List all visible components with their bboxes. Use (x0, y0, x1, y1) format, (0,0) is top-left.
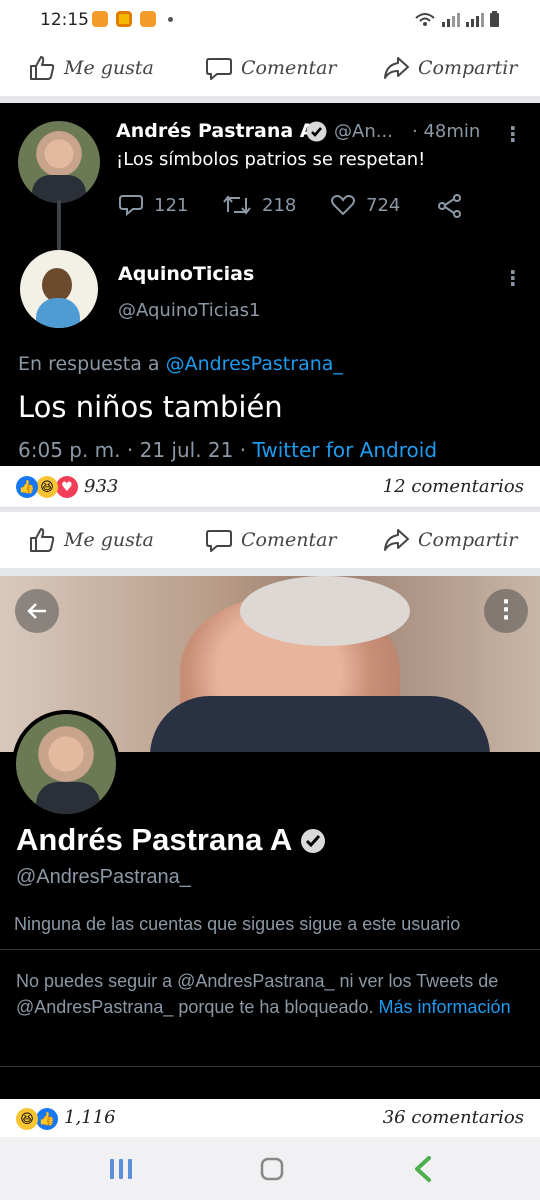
reply-stat[interactable]: 121 (118, 192, 188, 218)
verified-icon (301, 829, 325, 853)
like-label: Me gusta (64, 57, 154, 79)
comments-count[interactable]: 12 comentarios (383, 476, 524, 497)
in-reply-handle[interactable]: @AndresPastrana_ (166, 353, 343, 375)
divider (0, 1066, 540, 1067)
post-action-bar: Me gusta Comentar Compartir (0, 512, 540, 568)
haha-reaction-icon: 😆 (16, 1108, 38, 1130)
share-tweet-icon[interactable] (437, 193, 463, 219)
reaction-row[interactable]: 👍 😆 ♥ 933 12 comentarios (0, 466, 540, 508)
verified-icon (306, 121, 327, 142)
blocked-message: No puedes seguir a @AndresPastrana_ ni v… (16, 968, 526, 1020)
haha-reaction-icon: 😆 (36, 476, 58, 498)
share-icon (384, 529, 409, 551)
more-icon: · · · (501, 590, 511, 631)
reaction-row[interactable]: 😆 👍 1,116 36 comentarios (0, 1099, 540, 1137)
in-reply-prefix: En respuesta a (18, 353, 166, 375)
signal-wifi-battery-icon (414, 10, 504, 32)
back-button[interactable] (15, 589, 59, 633)
like-label: Me gusta (64, 529, 154, 551)
home-icon[interactable] (259, 1156, 285, 1182)
reaction-count: 1,116 (64, 1107, 116, 1128)
like-button[interactable]: Me gusta (28, 512, 154, 568)
heart-icon (331, 195, 355, 216)
reply-avatar (20, 250, 98, 328)
share-label: Compartir (418, 529, 518, 551)
like-count: 724 (366, 194, 401, 216)
post-action-bar: Me gusta Comentar Compartir (0, 40, 540, 96)
comment-button[interactable]: Comentar (205, 40, 337, 96)
retweet-count: 218 (262, 194, 297, 216)
share-button[interactable]: Compartir (382, 512, 517, 568)
profile-handle: @AndresPastrana_ (16, 866, 191, 888)
divider (0, 949, 540, 950)
retweet-stat[interactable]: 218 (222, 192, 296, 218)
love-reaction-icon: ♥ (56, 476, 78, 498)
back-icon (27, 603, 46, 619)
status-bar: 12:15 (0, 0, 540, 40)
avatar (18, 121, 100, 203)
like-stat[interactable]: 724 (330, 192, 400, 218)
reply-timestamp-line: 6:05 p. m. · 21 jul. 21 · Twitter for An… (18, 438, 437, 462)
notification-icon (116, 11, 132, 27)
more-options-button[interactable]: · · · (484, 589, 528, 633)
status-time: 12:15 (40, 10, 89, 30)
reaction-count: 933 (84, 476, 119, 497)
notification-dot (168, 17, 173, 22)
comment-label: Comentar (241, 57, 337, 79)
more-icon[interactable]: · · · (509, 262, 517, 294)
reply-client[interactable]: Twitter for Android (252, 438, 437, 462)
comment-label: Comentar (241, 529, 337, 551)
tweet-author-handle[interactable]: @An... (334, 121, 393, 142)
like-reaction-icon: 👍 (16, 476, 38, 498)
like-icon (30, 528, 55, 552)
comments-count[interactable]: 36 comentarios (383, 1107, 524, 1128)
reply-icon (119, 195, 143, 217)
notification-icon (92, 11, 108, 27)
tweet-author-name[interactable]: Andrés Pastrana A (116, 120, 315, 142)
like-reaction-icon: 👍 (36, 1108, 58, 1130)
tweet-text: ¡Los símbolos patrios se respetan! (116, 149, 426, 170)
share-button[interactable]: Compartir (382, 40, 517, 96)
followers-note: Ninguna de las cuentas que sigues sigue … (14, 914, 461, 934)
share-label: Compartir (418, 57, 518, 79)
comment-button[interactable]: Comentar (205, 512, 337, 568)
notification-icon (140, 11, 156, 27)
tweet-screenshot: Andrés Pastrana A @An... · 48min · · · ¡Lo… (0, 103, 540, 466)
share-icon (384, 57, 409, 79)
reply-count: 121 (154, 194, 189, 216)
thread-line (57, 200, 61, 250)
like-button[interactable]: Me gusta (28, 40, 154, 96)
comment-icon (206, 530, 232, 552)
like-icon (30, 56, 55, 80)
retweet-icon (223, 195, 251, 215)
reply-text: Los niños también (18, 390, 283, 424)
back-nav-icon[interactable] (412, 1155, 434, 1183)
profile-name: Andrés Pastrana A (16, 822, 293, 857)
comment-icon (206, 58, 232, 80)
in-reply-to: En respuesta a @AndresPastrana_ (18, 353, 343, 375)
navigation-bar (0, 1137, 540, 1200)
tweet-time: · 48min (412, 121, 481, 142)
recents-icon[interactable] (108, 1157, 134, 1181)
reply-author-name[interactable]: AquinoTicias (118, 263, 254, 285)
more-icon[interactable]: · · · (509, 118, 517, 150)
profile-avatar[interactable] (12, 710, 120, 818)
reply-author-handle[interactable]: @AquinoTicias1 (118, 300, 260, 321)
profile-screenshot: · · · Andrés Pastrana A @AndresPastrana_ N… (0, 576, 540, 1099)
more-info-link[interactable]: Más información (379, 997, 511, 1017)
reply-timestamp: 6:05 p. m. · 21 jul. 21 · (18, 438, 253, 462)
